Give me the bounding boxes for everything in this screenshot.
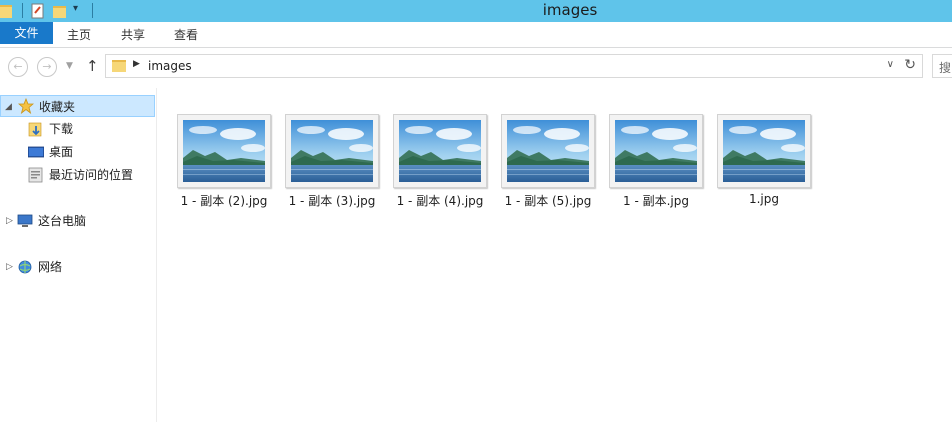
tab-share[interactable]: 共享 [121, 26, 145, 43]
expand-arrow-icon[interactable]: ◢ [5, 96, 12, 118]
sidebar-item-label: 这台电脑 [38, 214, 87, 228]
computer-icon [17, 214, 33, 227]
sidebar-item-desktop[interactable]: 桌面 [0, 141, 155, 163]
image-thumbnail[interactable] [609, 114, 703, 188]
image-thumbnail[interactable] [717, 114, 811, 188]
folder-icon [112, 60, 126, 72]
search-placeholder: 搜 [939, 61, 952, 75]
navigation-bar: ← → ▼ ↑ ▶ images ∨ ↻ 搜 [0, 49, 952, 87]
expand-arrow-icon[interactable]: ▷ [6, 210, 13, 232]
file-name[interactable]: 1 - 副本 (5).jpg [488, 192, 608, 209]
address-bar[interactable]: ▶ images ∨ ↻ [105, 54, 923, 78]
sidebar-item-favorites[interactable]: ◢ 收藏夹 [0, 95, 155, 117]
file-name[interactable]: 1 - 副本 (4).jpg [380, 192, 500, 209]
sidebar-item-network[interactable]: ▷ 网络 [0, 256, 155, 278]
chevron-down-icon[interactable]: ∨ [887, 59, 894, 70]
image-thumbnail[interactable] [501, 114, 595, 188]
tab-file[interactable]: 文件 [0, 22, 53, 44]
file-name[interactable]: 1 - 副本 (2).jpg [164, 192, 284, 209]
sidebar-item-label: 收藏夹 [39, 100, 76, 114]
sidebar-item-label: 下载 [49, 122, 74, 136]
landscape-image-icon [291, 120, 373, 182]
file-name[interactable]: 1 - 副本 (3).jpg [272, 192, 392, 209]
title-bar: ▾ images [0, 0, 952, 22]
refresh-icon[interactable]: ↻ [904, 57, 916, 73]
navigation-pane: ◢ 收藏夹 下载 桌面 最近访问的位置 ▷ 这台电脑 ▷ 网络 [0, 88, 157, 422]
recent-locations-icon[interactable]: ▼ [66, 61, 73, 71]
sidebar-item-label: 最近访问的位置 [49, 168, 134, 182]
breadcrumb[interactable]: images [148, 59, 192, 73]
search-input[interactable]: 搜 [932, 54, 952, 78]
window-title: images [542, 1, 598, 19]
landscape-image-icon [615, 120, 697, 182]
image-thumbnail[interactable] [393, 114, 487, 188]
image-thumbnail[interactable] [177, 114, 271, 188]
image-thumbnail[interactable] [285, 114, 379, 188]
sidebar-item-this-pc[interactable]: ▷ 这台电脑 [0, 210, 155, 232]
landscape-image-icon [399, 120, 481, 182]
forward-button[interactable]: → [37, 57, 57, 77]
expand-arrow-icon[interactable]: ▷ [6, 256, 13, 278]
download-folder-icon [28, 122, 42, 137]
file-name[interactable]: 1 - 副本.jpg [596, 192, 716, 209]
sidebar-item-recent-places[interactable]: 最近访问的位置 [0, 164, 155, 186]
sidebar-item-label: 桌面 [49, 145, 74, 159]
landscape-image-icon [723, 120, 805, 182]
tab-view[interactable]: 查看 [174, 26, 198, 43]
network-icon [18, 260, 32, 274]
file-list: 1 - 副本 (2).jpg 1 - 副本 (3).jpg 1 - 副本 (4).j… [158, 88, 952, 422]
sidebar-item-label: 网络 [38, 260, 63, 274]
file-name[interactable]: 1.jpg [704, 192, 824, 206]
star-icon [18, 98, 34, 114]
tab-home[interactable]: 主页 [67, 26, 91, 43]
sidebar-item-downloads[interactable]: 下载 [0, 118, 155, 140]
landscape-image-icon [507, 120, 589, 182]
landscape-image-icon [183, 120, 265, 182]
breadcrumb-chevron-icon[interactable]: ▶ [133, 59, 140, 69]
recent-places-icon [28, 167, 43, 183]
desktop-icon [28, 146, 44, 158]
ribbon-tabs: 文件 主页 共享 查看 [0, 22, 952, 48]
back-button[interactable]: ← [8, 57, 28, 77]
up-arrow-icon[interactable]: ↑ [86, 57, 99, 75]
